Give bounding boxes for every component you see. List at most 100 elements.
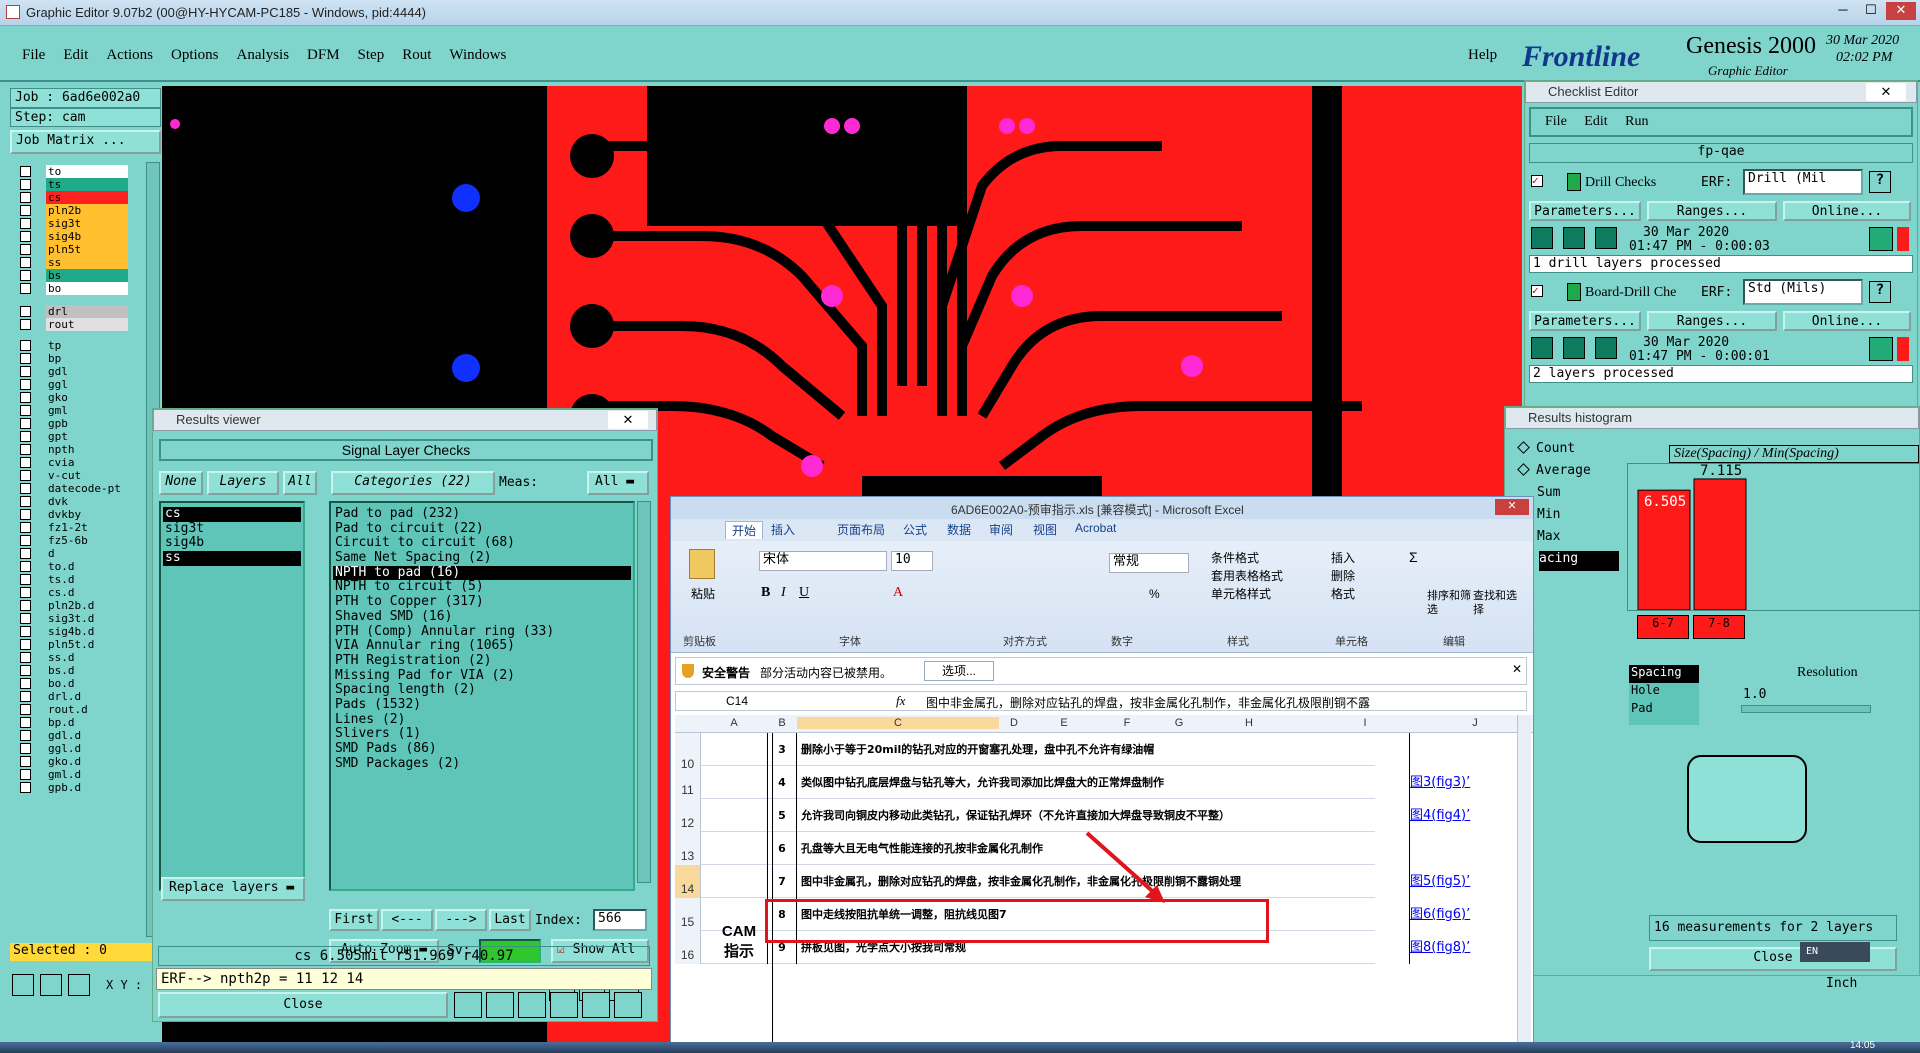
category-item[interactable]: PTH to Copper (317) — [333, 594, 631, 610]
layer-row[interactable]: gml.d — [20, 768, 128, 781]
close-button[interactable]: ✕ — [1886, 2, 1916, 20]
tool-icon-3[interactable] — [518, 992, 546, 1018]
histogram-option[interactable]: acing — [1539, 551, 1619, 571]
all-button[interactable]: All — [283, 471, 317, 495]
run-icon[interactable] — [1563, 227, 1585, 249]
layer-row[interactable]: gpt — [20, 430, 128, 443]
layer-row[interactable]: dvkby — [20, 508, 128, 521]
column-header[interactable]: J — [1435, 717, 1515, 729]
language-bar[interactable]: EN — [1800, 942, 1870, 962]
layer-checkbox[interactable] — [20, 626, 31, 637]
minimize-button[interactable]: ─ — [1830, 2, 1856, 20]
category-item[interactable]: Slivers (1) — [333, 727, 631, 742]
layer-row[interactable]: ss — [20, 256, 128, 269]
zoom-icon[interactable] — [1869, 337, 1893, 361]
layer-row[interactable]: bo — [20, 282, 128, 295]
layer-row[interactable]: pln5t — [20, 243, 128, 256]
histogram-bar[interactable] — [1693, 478, 1747, 611]
result-layer-item[interactable]: sig4b — [163, 536, 301, 551]
menu-actions[interactable]: Actions — [106, 47, 153, 63]
layer-row[interactable]: gdl.d — [20, 729, 128, 742]
row-header[interactable]: 13 — [675, 832, 701, 865]
layer-checkbox[interactable] — [20, 561, 31, 572]
layer-row[interactable]: cs — [20, 191, 128, 204]
layer-row[interactable]: gml — [20, 404, 128, 417]
row-header[interactable]: 16 — [675, 931, 701, 964]
run-icon[interactable] — [1531, 337, 1553, 359]
layer-checkbox[interactable] — [20, 730, 31, 741]
item-check-icon[interactable]: ✓ — [1531, 285, 1543, 297]
bar-chart-icon[interactable] — [614, 992, 642, 1018]
meas-dropdown[interactable]: All ▬ — [587, 471, 649, 495]
figure-link[interactable] — [1409, 832, 1485, 865]
layer-checkbox[interactable] — [20, 782, 31, 793]
sum-icon[interactable]: Σ — [1409, 549, 1418, 565]
category-item[interactable]: Lines (2) — [333, 712, 631, 728]
paste-label[interactable]: 粘贴 — [691, 585, 715, 602]
row-header-10[interactable]: 10 — [675, 755, 701, 773]
cell-button[interactable]: 插入 — [1331, 549, 1355, 567]
layer-row[interactable]: v-cut — [20, 469, 128, 482]
layer-row[interactable]: pln2b.d — [20, 599, 128, 612]
layer-checkbox[interactable] — [20, 205, 31, 216]
checklist-menu-run[interactable]: Run — [1625, 114, 1648, 129]
sort-filter-button[interactable]: 排序和筛选 — [1427, 589, 1471, 617]
bold-button[interactable]: B — [761, 585, 770, 601]
category-item[interactable]: SMD Packages (2) — [333, 756, 631, 772]
category-list[interactable]: Pad to pad (232) Pad to circuit (22) Circu… — [329, 501, 635, 891]
run-icon[interactable] — [1531, 227, 1553, 249]
layer-checkbox[interactable] — [20, 509, 31, 520]
underline-button[interactable]: U — [799, 585, 809, 601]
layer-checkbox[interactable] — [20, 743, 31, 754]
layer-checkbox[interactable] — [20, 257, 31, 268]
ribbon-tab[interactable]: 插入 — [771, 521, 795, 538]
layer-checkbox[interactable] — [20, 418, 31, 429]
layer-row[interactable]: fz1-2t — [20, 521, 128, 534]
histogram-type[interactable]: Pad — [1629, 701, 1699, 719]
excel-close-button[interactable]: ✕ — [1495, 499, 1529, 515]
category-scrollbar[interactable] — [637, 501, 651, 883]
layer-checkbox[interactable] — [20, 704, 31, 715]
ribbon-tab[interactable]: 公式 — [903, 521, 927, 538]
figure-link[interactable]: 图8(fig8)’ — [1409, 931, 1485, 964]
menu-file[interactable]: File — [22, 47, 45, 63]
figure-link[interactable]: 图5(fig5)’ — [1409, 865, 1485, 898]
layer-checkbox[interactable] — [20, 665, 31, 676]
column-header[interactable]: H — [1203, 717, 1295, 729]
ribbon-tab[interactable]: Acrobat — [1075, 521, 1116, 535]
layer-checkbox[interactable] — [20, 366, 31, 377]
checklist-menu-edit[interactable]: Edit — [1584, 114, 1607, 129]
figure-link[interactable]: 图4(fig4)’ — [1409, 799, 1485, 832]
layer-checkbox[interactable] — [20, 652, 31, 663]
style-button[interactable]: 条件格式 — [1211, 549, 1283, 567]
layer-checkbox[interactable] — [20, 496, 31, 507]
layer-row[interactable]: rout.d — [20, 703, 128, 716]
layers-button[interactable]: Layers — [207, 471, 279, 495]
vertical-scrollbar[interactable] — [1517, 715, 1531, 1052]
font-name-select[interactable]: 宋体 — [759, 551, 887, 571]
prev-button[interactable]: <--- — [381, 909, 433, 931]
category-item[interactable]: Spacing length (2) — [333, 683, 631, 698]
category-item[interactable]: SMD Pads (86) — [333, 741, 631, 757]
layer-row[interactable]: gpb — [20, 417, 128, 430]
checklist-menu-file[interactable]: File — [1545, 114, 1567, 129]
security-options-button[interactable]: 选项... — [924, 661, 994, 681]
layer-checkbox[interactable] — [20, 319, 31, 330]
histogram-bin-label[interactable]: 7-8 — [1693, 615, 1745, 639]
run-icon[interactable] — [1595, 227, 1617, 249]
layer-checkbox[interactable] — [20, 470, 31, 481]
menu-rout[interactable]: Rout — [402, 47, 431, 63]
grid-tool-icon[interactable] — [68, 974, 90, 996]
layer-checkbox[interactable] — [20, 600, 31, 611]
column-header[interactable]: A — [701, 717, 767, 729]
histogram-type[interactable]: Spacing — [1629, 665, 1699, 683]
column-header[interactable]: D — [999, 717, 1029, 729]
tool-icon-2[interactable] — [486, 992, 514, 1018]
parameters-button[interactable]: Parameters... — [1529, 201, 1641, 221]
category-item[interactable]: NPTH to pad (16) — [333, 565, 631, 581]
help-menu[interactable]: Help — [1468, 47, 1497, 64]
layer-checkbox[interactable] — [20, 283, 31, 294]
layer-row[interactable]: dvk — [20, 495, 128, 508]
column-header[interactable]: C — [797, 717, 999, 729]
category-item[interactable]: Circuit to circuit (68) — [333, 536, 631, 551]
